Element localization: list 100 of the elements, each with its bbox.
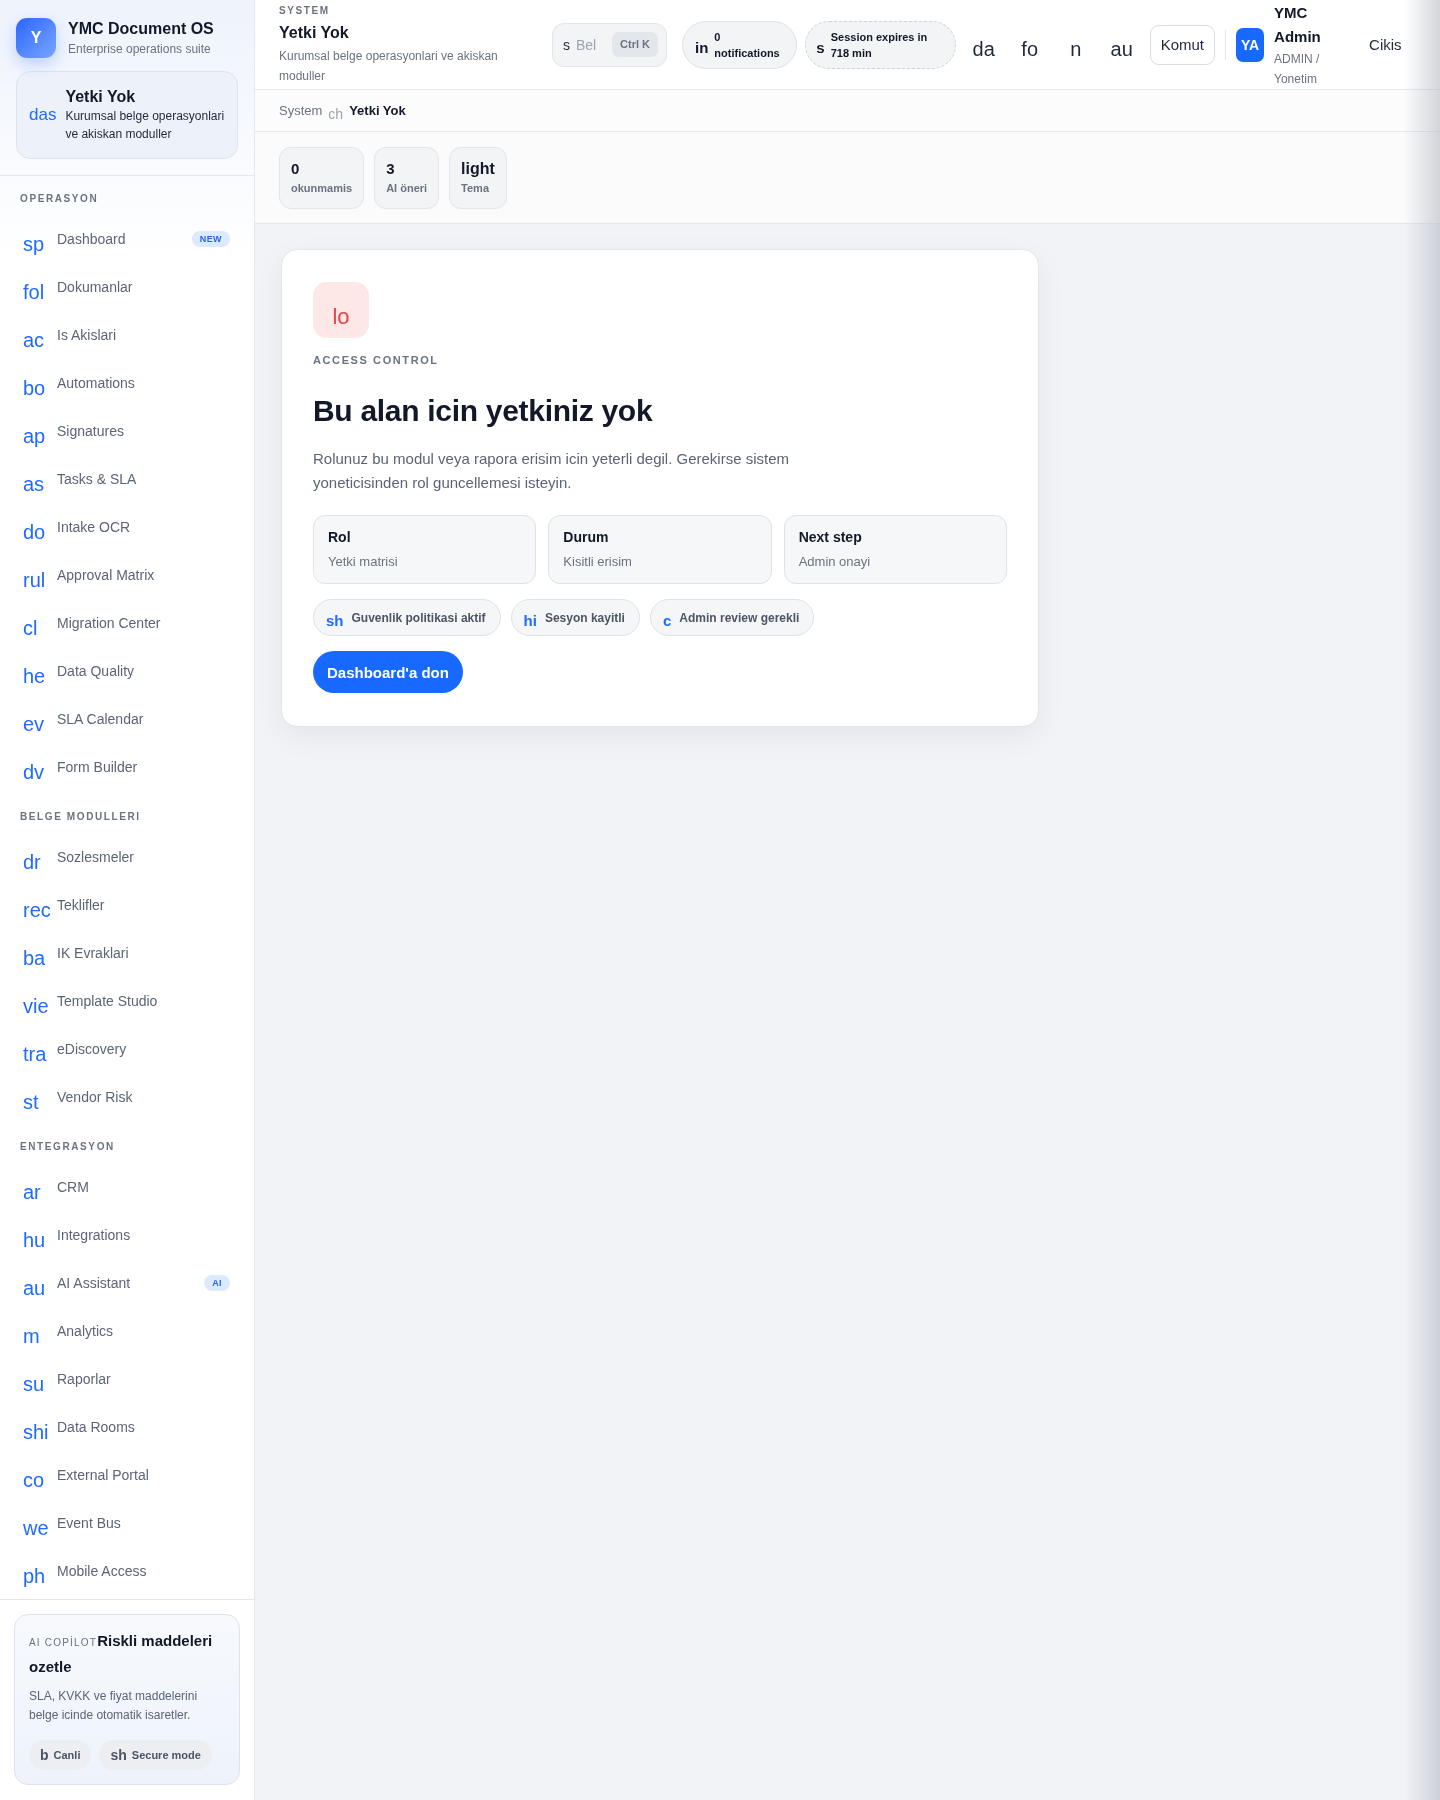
toolbar-icon-button[interactable]: da bbox=[963, 24, 1004, 65]
tag-label: Admin review gerekli bbox=[679, 610, 800, 625]
info-value: Yetki matrisi bbox=[328, 553, 399, 571]
notification-icon: in bbox=[695, 39, 709, 56]
back-to-dashboard-button[interactable]: Dashboard'a don bbox=[313, 651, 463, 693]
stat-label: AI öneri bbox=[386, 181, 428, 196]
breadcrumb-current: Yetki Yok bbox=[349, 103, 406, 118]
nav-link[interactable]: Dashboard bbox=[57, 229, 126, 249]
nav-link[interactable]: Migration Center bbox=[57, 613, 161, 633]
header-eyebrow: SYSTEM bbox=[279, 3, 331, 18]
stat-value: 0 bbox=[291, 159, 301, 179]
current-page-description: Kurumsal belge operasyonlari ve akiskan moduller bbox=[65, 108, 226, 143]
breadcrumb-link[interactable]: System bbox=[279, 103, 323, 118]
user-name: YMC Admin bbox=[1274, 2, 1322, 47]
chip-label: Canli bbox=[53, 1749, 81, 1761]
toolbar-icon-button[interactable]: au bbox=[1101, 24, 1142, 65]
tag-icon: sh bbox=[326, 612, 344, 629]
nav-item-icon: cl bbox=[23, 616, 57, 640]
nav-item-icon: sp bbox=[23, 232, 57, 256]
command-button[interactable]: Komut bbox=[1149, 24, 1216, 65]
nav-item-icon: vie bbox=[23, 994, 57, 1018]
nav-item-icon: we bbox=[23, 1516, 57, 1540]
nav-link[interactable]: Event Bus bbox=[57, 1513, 121, 1533]
nav-badge: NEW bbox=[191, 231, 230, 247]
nav-link[interactable]: Form Builder bbox=[57, 757, 138, 777]
nav-link[interactable]: Tasks & SLA bbox=[57, 469, 137, 489]
copilot-description: SLA, KVKK ve fiyat maddelerini belge icinde otomatik isaretler. bbox=[29, 1688, 199, 1724]
nav-link[interactable]: eDiscovery bbox=[57, 1039, 127, 1059]
nav-link[interactable]: IK Evraklari bbox=[57, 943, 129, 963]
nav-link[interactable]: SLA Calendar bbox=[57, 709, 144, 729]
nav-link[interactable]: Dokumanlar bbox=[57, 277, 133, 297]
card-description: Rolunuz bu modul veya rapora erisim icin yeterli degil. Gerekirse sistem yoneticisinden rol guncellemesi isteyin. bbox=[313, 449, 791, 493]
stat-label: okunmamis bbox=[291, 181, 353, 196]
user-avatar: YA bbox=[1236, 27, 1265, 62]
nav-link[interactable]: Vendor Risk bbox=[57, 1087, 133, 1107]
logout-button[interactable]: Cikis bbox=[1359, 30, 1412, 59]
info-value: Kisitli erisim bbox=[563, 553, 633, 571]
tag-icon: hi bbox=[523, 612, 537, 629]
breadcrumb-separator-icon: ch bbox=[328, 105, 344, 122]
info-label: Rol bbox=[328, 528, 352, 547]
search-icon: s bbox=[563, 36, 570, 53]
nav-item-icon: m bbox=[23, 1324, 57, 1348]
nav-link[interactable]: Teklifler bbox=[57, 895, 105, 915]
tag-label: Sesyon kayitli bbox=[544, 610, 625, 625]
toolbar-icon-button[interactable]: n bbox=[1055, 24, 1096, 65]
session-icon: s bbox=[816, 39, 825, 56]
stat-value: light bbox=[461, 159, 495, 179]
nav-link[interactable]: Approval Matrix bbox=[57, 565, 155, 585]
nav-link[interactable]: AI Assistant bbox=[57, 1273, 131, 1293]
nav-item-icon: co bbox=[23, 1468, 57, 1492]
card-title: Bu alan icin yetkiniz yok bbox=[313, 393, 654, 429]
card-eyebrow: ACCESS CONTROL bbox=[313, 353, 440, 367]
nav-item-icon: bo bbox=[23, 376, 57, 400]
nav-item-icon: ar bbox=[23, 1180, 57, 1204]
nav-link[interactable]: Is Akislari bbox=[57, 325, 117, 345]
nav-item-icon: as bbox=[23, 472, 57, 496]
app-tagline: Enterprise operations suite bbox=[68, 41, 212, 57]
chip-icon: b bbox=[40, 1747, 49, 1763]
tag-icon: c bbox=[662, 612, 672, 629]
nav-item-icon: ap bbox=[23, 424, 57, 448]
nav-link[interactable]: CRM bbox=[57, 1177, 89, 1197]
nav-link[interactable]: Raporlar bbox=[57, 1369, 111, 1389]
nav-item-icon: dv bbox=[23, 760, 57, 784]
page-description: Kurumsal belge operasyonlari ve akiskan moduller bbox=[279, 47, 499, 85]
nav-link[interactable]: Automations bbox=[57, 373, 135, 393]
nav-link[interactable]: Data Quality bbox=[57, 661, 135, 681]
session-expiry-text: Session expires in 718 min bbox=[830, 29, 929, 61]
nav-link[interactable]: Signatures bbox=[57, 421, 124, 441]
nav-item-icon: ba bbox=[23, 946, 57, 970]
nav-link[interactable]: Template Studio bbox=[57, 991, 158, 1011]
nav-link[interactable]: Sozlesmeler bbox=[57, 847, 135, 867]
nav-item-icon: au bbox=[23, 1276, 57, 1300]
info-value: Admin onayi bbox=[798, 553, 872, 571]
info-label: Durum bbox=[563, 528, 610, 547]
nav-link[interactable]: Mobile Access bbox=[57, 1561, 147, 1581]
nav-section-title: OPERASYON bbox=[20, 192, 100, 206]
nav-link[interactable]: Data Rooms bbox=[57, 1417, 135, 1437]
stat-value: 3 bbox=[386, 159, 396, 179]
nav-section-title: BELGE MODULLERI bbox=[20, 810, 142, 824]
nav-item-icon: shi bbox=[23, 1420, 57, 1444]
search-input[interactable]: Bel bbox=[576, 36, 607, 53]
info-label: Next step bbox=[798, 528, 863, 547]
app-name: YMC Document OS bbox=[68, 19, 214, 39]
nav-link[interactable]: External Portal bbox=[57, 1465, 149, 1485]
stat-label: Tema bbox=[461, 181, 491, 196]
nav-link[interactable]: Integrations bbox=[57, 1225, 131, 1245]
nav-item-icon: ph bbox=[23, 1564, 57, 1588]
copilot-heading: AI COPİLOTRiskli maddeleri ozetle bbox=[29, 1631, 214, 1677]
shortcut-key-hint: Ctrl K bbox=[612, 32, 658, 57]
user-role: ADMIN / Yonetim bbox=[1274, 50, 1321, 88]
nav-link[interactable]: Intake OCR bbox=[57, 517, 131, 537]
nav-item-icon: ev bbox=[23, 712, 57, 736]
access-icon: lo bbox=[313, 282, 369, 338]
toolbar-icon-button[interactable]: fo bbox=[1009, 24, 1050, 65]
nav-item-icon: rul bbox=[23, 568, 57, 592]
nav-item-icon: rec bbox=[23, 898, 57, 922]
nav-link[interactable]: Analytics bbox=[57, 1321, 114, 1341]
nav-item-icon: ac bbox=[23, 328, 57, 352]
nav-item-icon: do bbox=[23, 520, 57, 544]
nav-section-title: ENTEGRASYON bbox=[20, 1140, 116, 1154]
